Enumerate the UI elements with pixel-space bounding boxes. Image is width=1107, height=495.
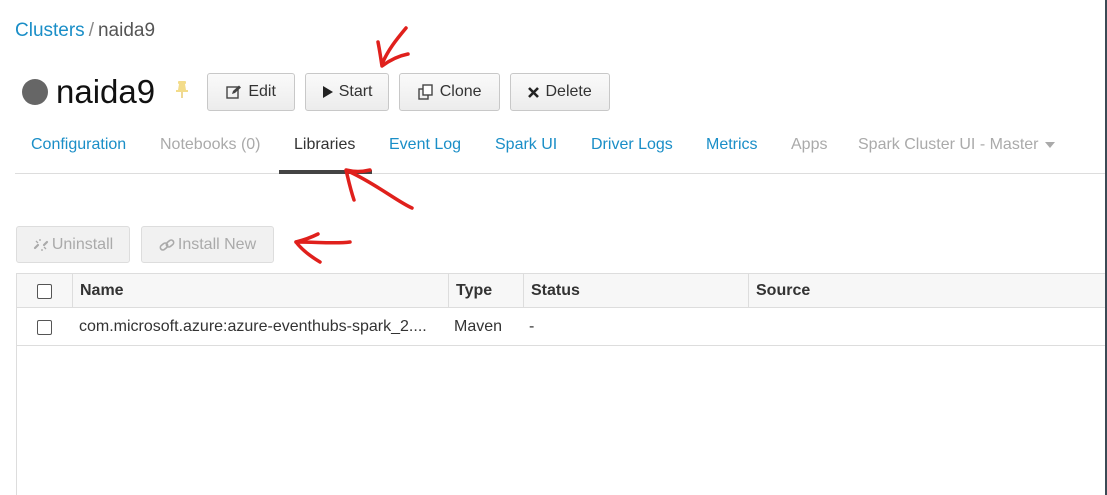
- clone-icon: [418, 84, 434, 100]
- column-header-source[interactable]: Source: [748, 274, 1107, 307]
- tab-libraries[interactable]: Libraries: [294, 136, 355, 154]
- cluster-libraries-page: Clusters / naida9 naida9 Edit Start Clon…: [0, 0, 1107, 495]
- cluster-tabs: Configuration Notebooks (0) Libraries Ev…: [15, 128, 1107, 174]
- select-all-checkbox[interactable]: [37, 284, 52, 299]
- tab-spark-ui[interactable]: Spark UI: [495, 136, 557, 154]
- install-new-button[interactable]: Install New: [141, 226, 274, 263]
- library-actions: Uninstall Install New: [16, 226, 285, 263]
- table-header: Name Type Status Source: [17, 274, 1107, 308]
- tab-event-log[interactable]: Event Log: [389, 136, 461, 154]
- tab-spark-cluster-ui-label: Spark Cluster UI - Master: [858, 136, 1039, 153]
- start-button[interactable]: Start: [305, 73, 390, 111]
- install-new-button-label: Install New: [177, 235, 257, 253]
- breadcrumb-clusters-link[interactable]: Clusters: [15, 20, 85, 41]
- annotation-arrow-start: [376, 26, 410, 68]
- pin-icon[interactable]: [175, 80, 189, 98]
- breadcrumb-separator: /: [88, 20, 94, 41]
- libraries-table: Name Type Status Source com.microsoft.az…: [16, 273, 1107, 495]
- uninstall-button[interactable]: Uninstall: [16, 226, 130, 263]
- start-button-label: Start: [338, 83, 373, 100]
- cluster-header: naida9 Edit Start Clone Delete: [20, 72, 620, 112]
- link-icon: [159, 238, 175, 252]
- page-title: naida9: [56, 73, 156, 110]
- tab-driver-logs[interactable]: Driver Logs: [591, 136, 673, 154]
- tab-spark-cluster-ui[interactable]: Spark Cluster UI - Master: [858, 136, 1055, 154]
- cluster-status-icon: [22, 79, 48, 105]
- edit-button[interactable]: Edit: [207, 73, 296, 111]
- table-row[interactable]: com.microsoft.azure:azure-eventhubs-spar…: [17, 308, 1107, 346]
- delete-button[interactable]: Delete: [510, 73, 611, 111]
- clone-button[interactable]: Clone: [399, 73, 501, 111]
- close-icon: [528, 86, 540, 98]
- row-checkbox[interactable]: [37, 320, 52, 335]
- breadcrumb: Clusters / naida9: [15, 20, 155, 42]
- unlink-icon: [33, 238, 49, 252]
- library-status: -: [529, 318, 535, 335]
- delete-button-label: Delete: [545, 83, 592, 100]
- tab-apps: Apps: [791, 136, 828, 153]
- caret-down-icon: [1044, 141, 1055, 148]
- column-header-type[interactable]: Type: [448, 274, 523, 307]
- edit-button-label: Edit: [248, 83, 276, 100]
- clone-button-label: Clone: [439, 83, 482, 100]
- annotation-arrow-install-new: [294, 232, 352, 264]
- tab-notebooks: Notebooks (0): [160, 136, 261, 153]
- column-header-status[interactable]: Status: [523, 274, 748, 307]
- uninstall-button-label: Uninstall: [51, 235, 114, 253]
- breadcrumb-current: naida9: [97, 20, 156, 41]
- library-source: [754, 308, 1094, 345]
- library-type: Maven: [454, 318, 503, 335]
- tab-metrics[interactable]: Metrics: [706, 136, 758, 154]
- active-tab-indicator: [279, 170, 372, 174]
- play-icon: [322, 86, 333, 98]
- column-header-name[interactable]: Name: [72, 274, 448, 307]
- edit-icon: [226, 85, 242, 99]
- library-name: com.microsoft.azure:azure-eventhubs-spar…: [79, 318, 427, 335]
- tab-configuration[interactable]: Configuration: [31, 136, 126, 154]
